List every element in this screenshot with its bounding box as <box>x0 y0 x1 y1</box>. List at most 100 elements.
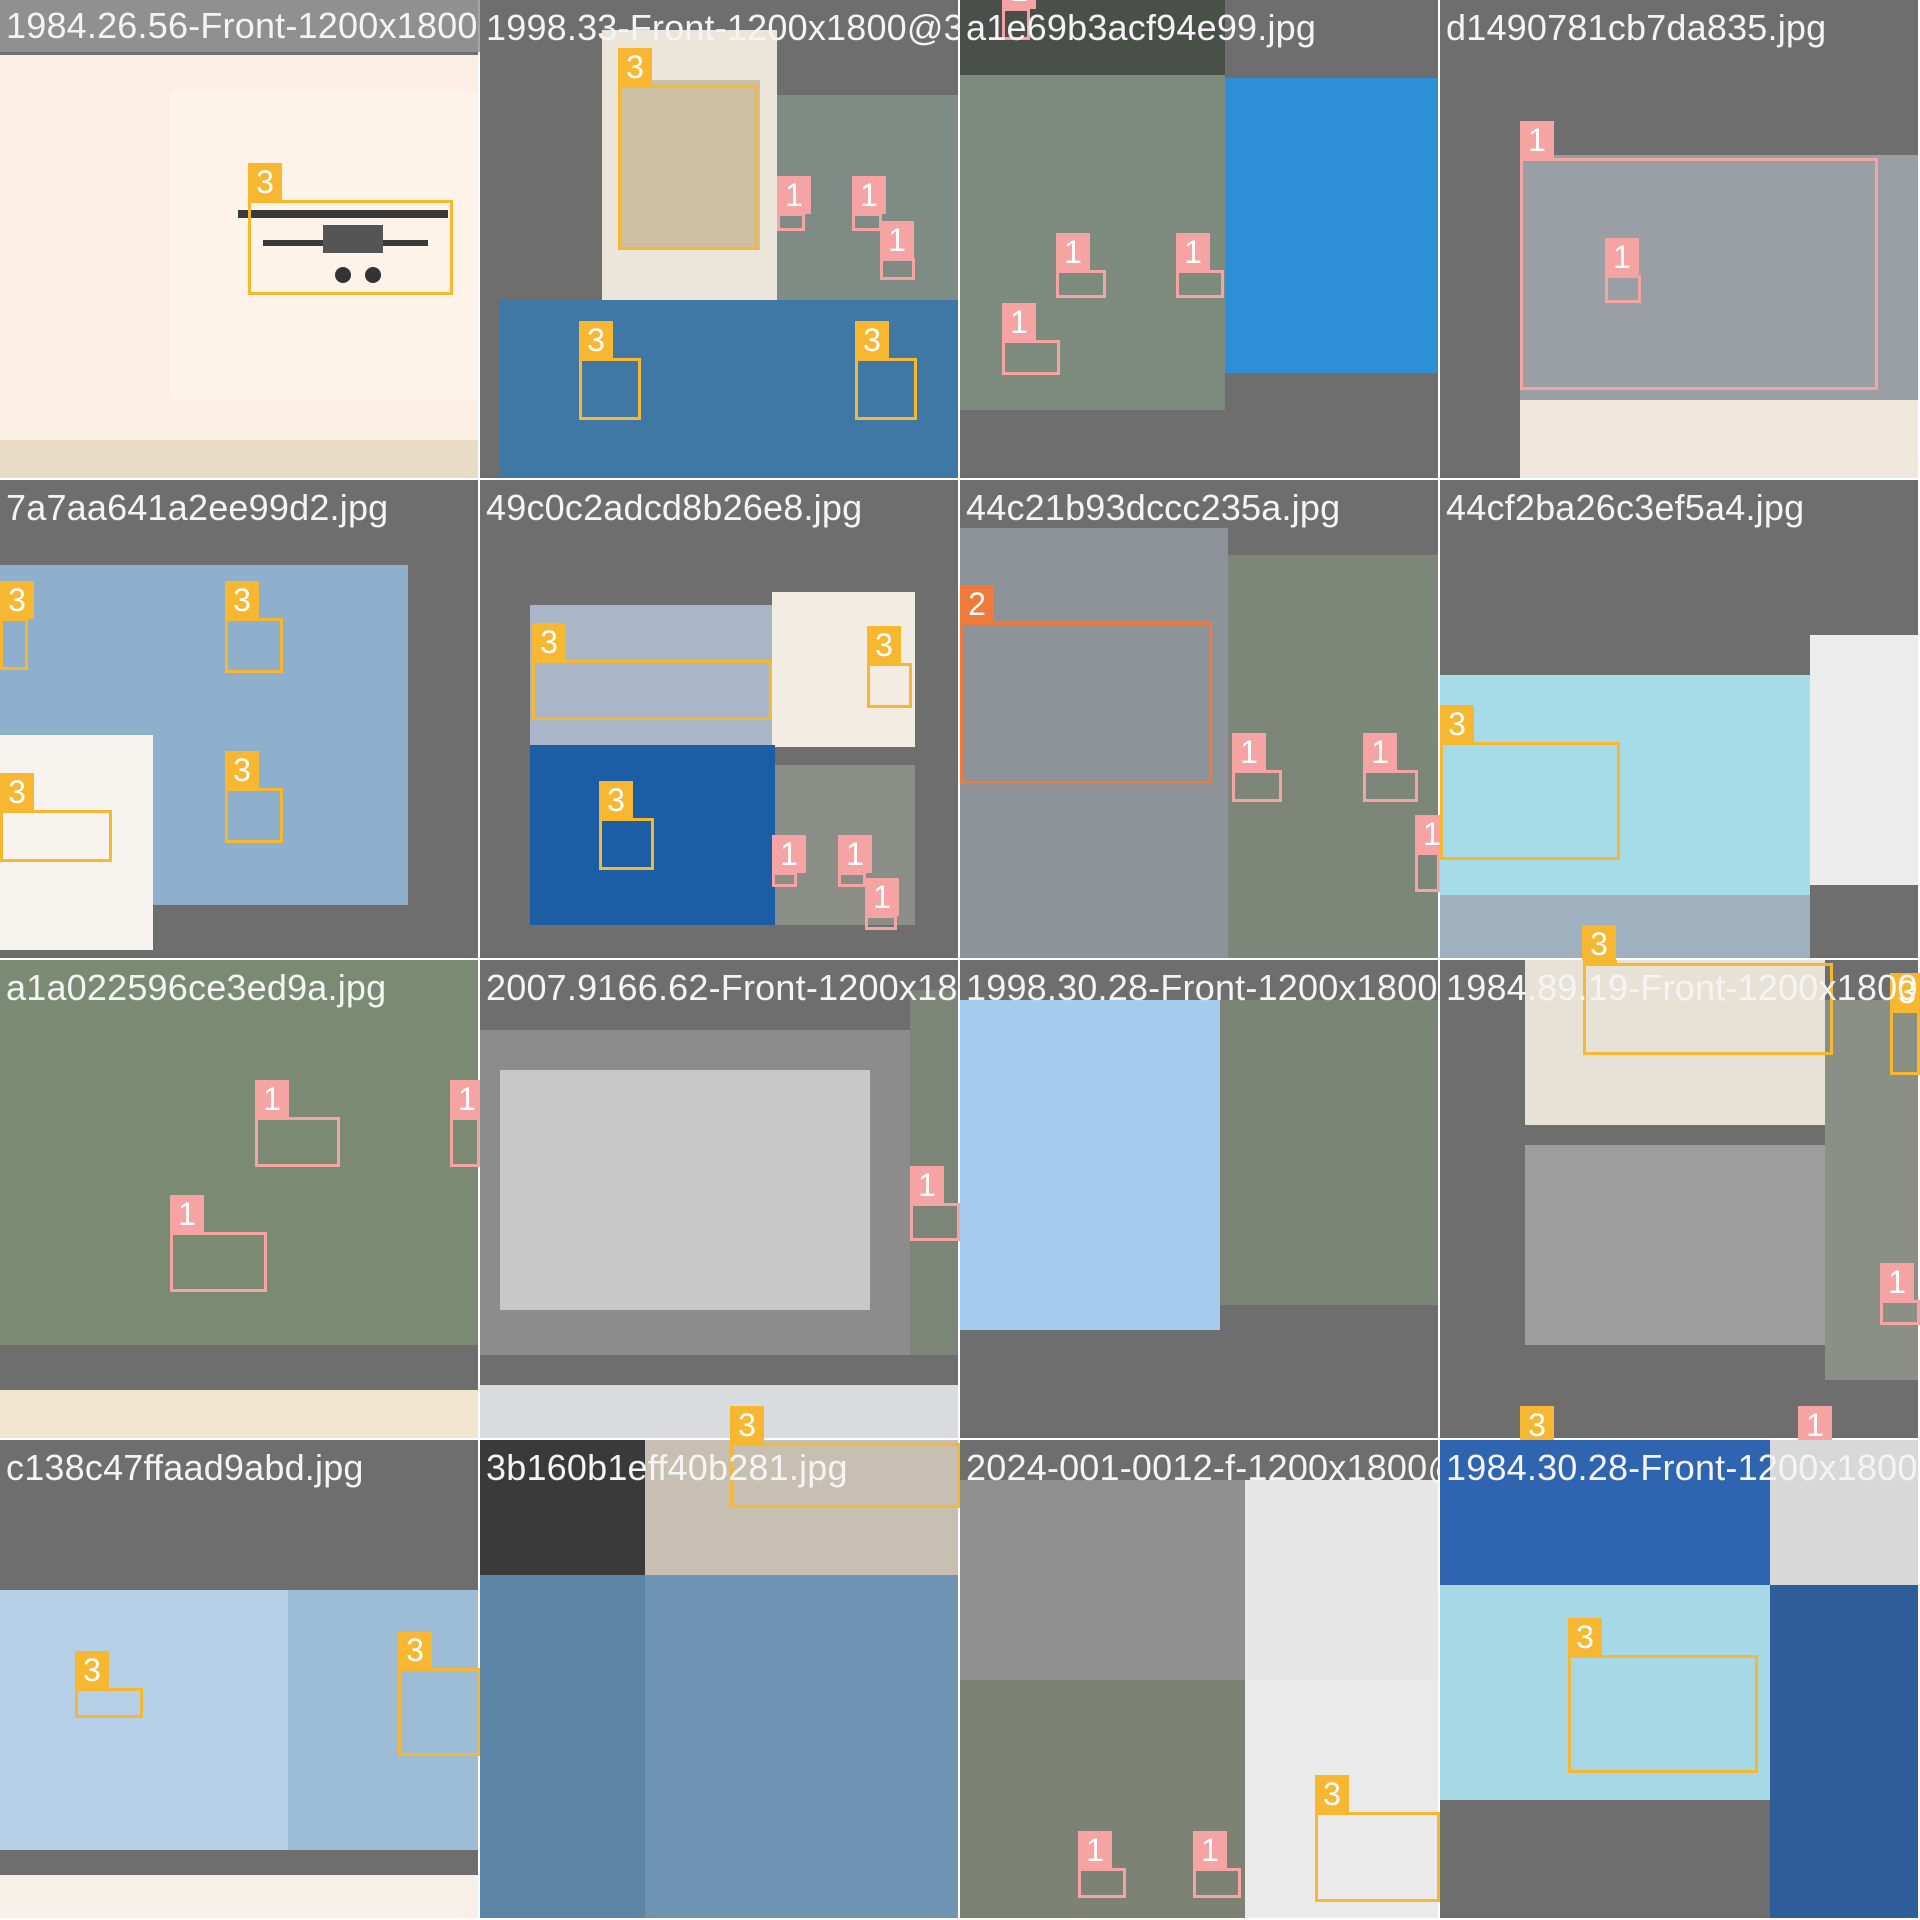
mosaic-tile: d1490781cb7da835.jpg 1 1 <box>1440 0 1920 480</box>
mosaic-tile: 2007.9166.62-Front-1200x1800@300dpi.png … <box>480 960 960 1440</box>
bounding-box: 3 <box>618 48 758 250</box>
mosaic-tile: 7a7aa641a2ee99d2.jpg 3 3 3 3 <box>0 480 480 960</box>
photo-patch <box>1810 635 1920 885</box>
bounding-box: 3 <box>579 321 641 420</box>
box-class-label: 3 <box>579 321 613 359</box>
tile-filename: 44cf2ba26c3ef5a4.jpg <box>1446 487 1805 528</box>
bounding-box: 1 <box>1605 238 1641 303</box>
bounding-box: 1 <box>450 1080 480 1167</box>
photo-patch <box>1220 1000 1440 1305</box>
bounding-box: 3 <box>1890 973 1920 1075</box>
mosaic-tile: a1e69b3acf94e99.jpg 1 1 1 1 <box>960 0 1440 480</box>
box-class-label: 1 <box>1415 815 1440 853</box>
box-class-label: 3 <box>75 1651 109 1689</box>
box-class-label: 3 <box>0 773 34 811</box>
bounding-box: 1 <box>1193 1831 1241 1898</box>
photo-patch <box>0 565 408 735</box>
bounding-box: 1 <box>777 176 811 231</box>
tile-filename: 1998.33-Front-1200x1800@300dpi.png <box>486 7 960 48</box>
photo-patch <box>0 1390 480 1440</box>
mosaic-tile: 1984.89.19-Front-1200x1800@300dpi.png 3 … <box>1440 960 1920 1440</box>
tile-filename: 2007.9166.62-Front-1200x1800@300dpi.png <box>486 967 960 1008</box>
tile-filename: 7a7aa641a2ee99d2.jpg <box>6 487 389 528</box>
box-class-label: 1 <box>1056 233 1090 271</box>
photo-patch <box>1440 895 1810 960</box>
bounding-box: 3 <box>1440 705 1620 860</box>
box-class-label: 1 <box>255 1080 289 1118</box>
bounding-box: 3 <box>398 1631 480 1756</box>
bounding-box: 1 <box>880 221 915 280</box>
box-class-label: 3 <box>225 581 259 619</box>
box-class-label: 1 <box>1176 233 1210 271</box>
tile-filename: 1984.30.28-Front-1200x1800@300dpi.png <box>1446 1447 1920 1488</box>
box-class-label: 1 <box>450 1080 480 1118</box>
box-class-label: 3 <box>1582 925 1616 960</box>
tile-filename: 2024-001-0012-f-1200x1800@300dpi.png <box>966 1447 1440 1488</box>
box-class-label: 1 <box>1605 238 1639 276</box>
photo-patch <box>0 440 480 480</box>
mosaic-tile: 49c0c2adcd8b26e8.jpg 3 3 3 1 1 1 <box>480 480 960 960</box>
box-class-label: 1 <box>1520 121 1554 159</box>
tile-filename: 49c0c2adcd8b26e8.jpg <box>486 487 863 528</box>
box-class-label: 1 <box>1002 303 1036 341</box>
photo-patch <box>960 1000 1220 1330</box>
box-class-label: 3 <box>225 751 259 789</box>
mosaic-tile: 3b160b1eff40b281.jpg 3 <box>480 1440 960 1920</box>
box-class-label: 3 <box>1520 1406 1554 1440</box>
photo-patch <box>500 1070 870 1310</box>
box-class-label: 3 <box>730 1406 764 1440</box>
box-class-label: 2 <box>960 585 994 623</box>
box-class-label: 3 <box>730 1440 764 1444</box>
box-class-label: 3 <box>398 1631 432 1669</box>
bounding-box: 1 <box>255 1080 340 1167</box>
photo-patch <box>480 1575 645 1920</box>
bounding-box: 1 <box>170 1195 267 1292</box>
bounding-box: 1 <box>1363 733 1418 802</box>
tile-filename: d1490781cb7da835.jpg <box>1446 7 1827 48</box>
box-class-label: 3 <box>532 623 566 661</box>
photo-patch <box>0 1875 480 1920</box>
mosaic-tile: 44cf2ba26c3ef5a4.jpg 3 3 <box>1440 480 1920 960</box>
box-class-label: 3 <box>0 581 34 619</box>
bounding-box: 3 <box>0 773 112 862</box>
tile-filename: 1984.89.19-Front-1200x1800@300dpi.png <box>1446 967 1920 1008</box>
photo-patch <box>0 1590 288 1850</box>
photo-patch <box>645 1575 960 1920</box>
box-class-label: 3 <box>248 163 282 201</box>
bounding-box: 1 <box>865 878 899 930</box>
bounding-box: 3 <box>225 751 283 843</box>
box-class-label: 3 <box>1568 1618 1602 1656</box>
bounding-box: 3 <box>599 781 654 870</box>
box-class-label: 3 <box>1315 1775 1349 1813</box>
bounding-box: 3 <box>225 581 283 673</box>
photo-patch <box>1770 1585 1920 1920</box>
tile-filename: a1e69b3acf94e99.jpg <box>966 7 1317 48</box>
bounding-box: 1 <box>1232 733 1282 802</box>
bounding-box: 1 <box>838 835 872 887</box>
bounding-box: 1 <box>1078 1831 1126 1898</box>
bounding-box: 3 <box>855 321 917 420</box>
bounding-box: 1 <box>1002 303 1060 375</box>
mosaic-tile: 1998.30.28-Front-1200x1800@300dpi.png <box>960 960 1440 1440</box>
mosaic-tile: 1984.26.56-Front-1200x1800@300dpi.png 3 <box>0 0 480 480</box>
tile-filename: a1a022596ce3ed9a.jpg <box>6 967 387 1008</box>
box-class-label: 1 <box>1078 1831 1112 1869</box>
bounding-box: 1 <box>1880 1263 1920 1325</box>
mosaic-tile: 44c21b93dccc235a.jpg 2 1 1 1 <box>960 480 1440 960</box>
photo-patch <box>1225 78 1440 373</box>
box-class-label: 1 <box>1193 1831 1227 1869</box>
bounding-box: 1 <box>1415 815 1440 892</box>
bounding-box: 3 <box>1315 1775 1440 1902</box>
tile-filename: 3b160b1eff40b281.jpg <box>486 1447 848 1488</box>
bounding-box: 1 <box>772 835 806 887</box>
bounding-box: 3 <box>532 623 772 720</box>
bounding-box: 1 <box>910 1166 960 1241</box>
box-class-label: 3 <box>1440 705 1474 743</box>
photo-patch <box>1525 1145 1825 1345</box>
mosaic-tile: a1a022596ce3ed9a.jpg 1 1 1 <box>0 960 480 1440</box>
tile-filename: c138c47ffaad9abd.jpg <box>6 1447 364 1488</box>
bounding-box: 3 <box>867 626 912 708</box>
tile-filename: 1998.30.28-Front-1200x1800@300dpi.png <box>966 967 1440 1008</box>
detection-mosaic: 1984.26.56-Front-1200x1800@300dpi.png 3 … <box>0 0 1920 1920</box>
box-class-label: 1 <box>910 1166 944 1204</box>
